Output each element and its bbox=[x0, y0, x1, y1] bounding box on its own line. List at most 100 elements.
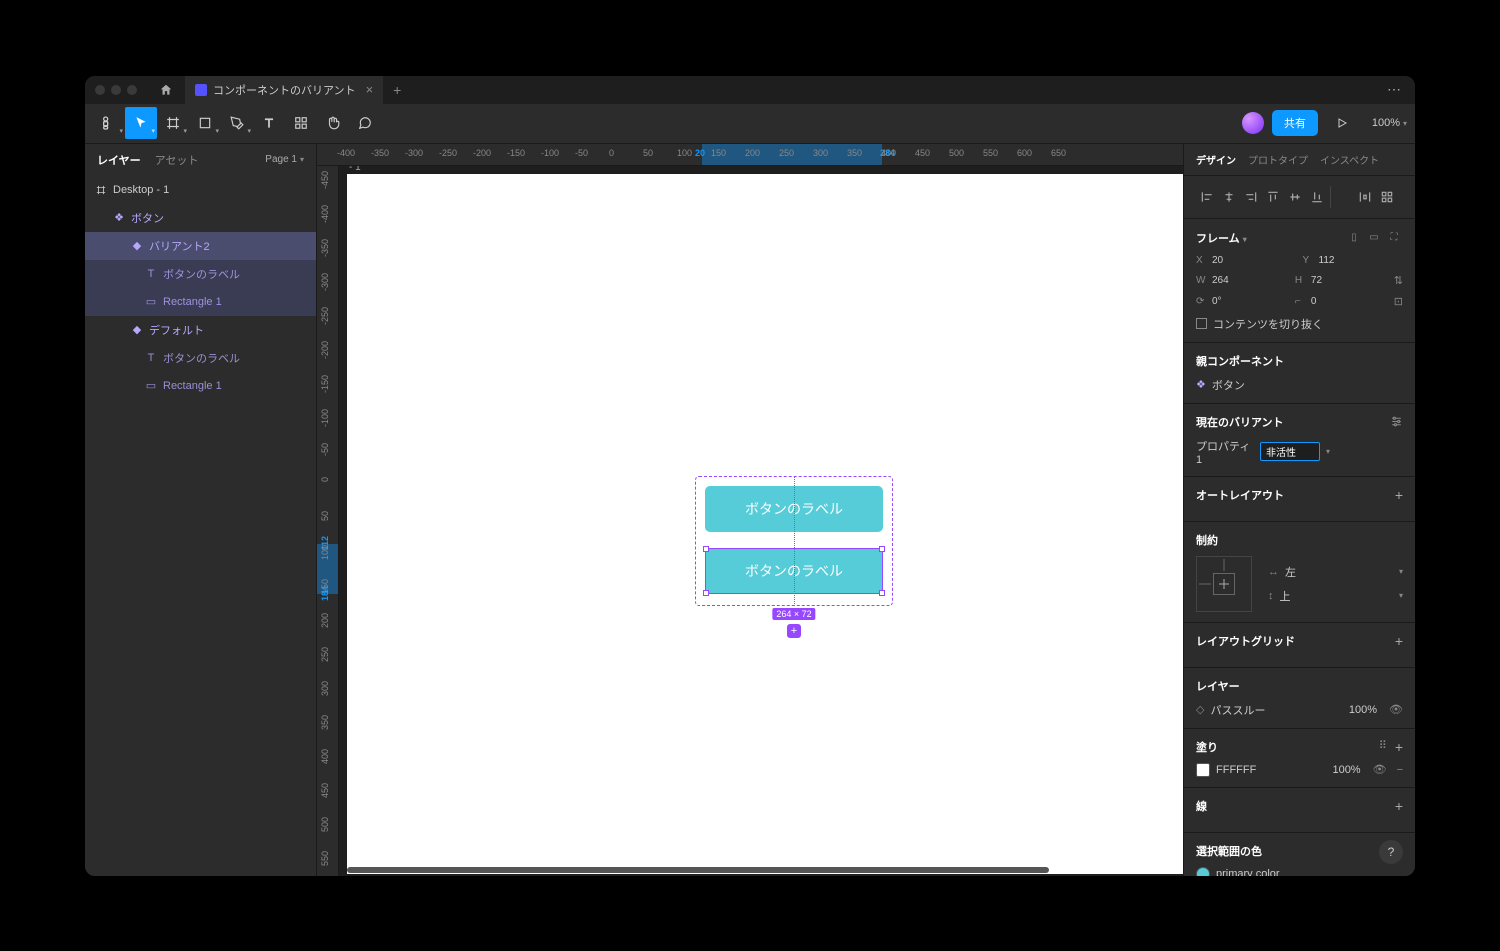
titlebar-menu[interactable]: ⋯ bbox=[1383, 81, 1405, 98]
v-constraint[interactable]: 上 bbox=[1280, 588, 1291, 604]
align-right-icon[interactable] bbox=[1240, 186, 1262, 208]
layer-opacity[interactable]: 100% bbox=[1349, 704, 1377, 716]
add-variant-button[interactable]: + bbox=[787, 624, 801, 638]
resize-fit-icon[interactable]: ⛶ bbox=[1385, 229, 1403, 247]
layer-component-set[interactable]: ❖ ボタン bbox=[85, 204, 316, 232]
artboard[interactable]: ボタンのラベル ボタンのラベル 264 × 72 + bbox=[347, 174, 1183, 874]
canvas-viewport[interactable]: - 1 ボタンのラベル ボタンのラベル 264 × 72 + bbox=[339, 166, 1183, 876]
new-tab-button[interactable]: + bbox=[393, 82, 401, 98]
layer-text-1[interactable]: T ボタンのラベル bbox=[85, 260, 316, 288]
variant-icon: ◆ bbox=[131, 324, 143, 336]
frame-tool[interactable]: ▾ bbox=[157, 107, 189, 139]
sel-handle-br[interactable] bbox=[879, 590, 885, 596]
align-bottom-icon[interactable] bbox=[1306, 186, 1328, 208]
traffic-close[interactable] bbox=[95, 85, 105, 95]
prototype-tab[interactable]: プロトタイプ bbox=[1248, 152, 1308, 167]
radius-value[interactable]: 0 bbox=[1311, 296, 1341, 307]
left-panel-tabs: レイヤー アセット Page 1 ▾ bbox=[85, 144, 316, 176]
align-left-icon[interactable] bbox=[1196, 186, 1218, 208]
add-autolayout-button[interactable]: + bbox=[1395, 487, 1403, 503]
h-scrollbar[interactable] bbox=[347, 867, 1173, 873]
chevron-down-icon[interactable]: ▾ bbox=[1399, 567, 1403, 576]
frame-title[interactable]: フレーム ▾ bbox=[1196, 230, 1247, 246]
y-value[interactable]: 112 bbox=[1319, 255, 1349, 266]
hand-tool[interactable] bbox=[317, 107, 349, 139]
h-constraint[interactable]: 左 bbox=[1285, 564, 1296, 580]
text-tool[interactable] bbox=[253, 107, 285, 139]
page-selector[interactable]: Page 1 ▾ bbox=[265, 154, 304, 165]
ruler-vertical[interactable]: 112 184 -450-400-350-300-250-200-150-100… bbox=[317, 166, 339, 876]
add-stroke-button[interactable]: + bbox=[1395, 798, 1403, 814]
layer-variant-default[interactable]: ◆ デフォルト bbox=[85, 316, 316, 344]
pen-tool[interactable]: ▾ bbox=[221, 107, 253, 139]
parent-comp-name[interactable]: ボタン bbox=[1212, 377, 1245, 393]
ruler-horizontal[interactable]: 20 284 -400-350-300-250-200-150-100-5005… bbox=[317, 144, 1183, 166]
orient-v-icon[interactable]: ▯ bbox=[1345, 229, 1363, 247]
user-avatar[interactable] bbox=[1242, 112, 1264, 134]
w-value[interactable]: 264 bbox=[1212, 275, 1242, 286]
resources-tool[interactable] bbox=[285, 107, 317, 139]
add-fill-button[interactable]: + bbox=[1395, 739, 1403, 755]
inspect-tab[interactable]: インスペクト bbox=[1320, 152, 1379, 167]
visibility-icon[interactable]: 👁 bbox=[1389, 703, 1403, 716]
present-button[interactable] bbox=[1326, 107, 1358, 139]
fill-opacity[interactable]: 100% bbox=[1332, 764, 1360, 776]
design-tab[interactable]: デザイン bbox=[1196, 152, 1236, 167]
align-hcenter-icon[interactable] bbox=[1218, 186, 1240, 208]
sel-handle-tl[interactable] bbox=[703, 546, 709, 552]
h-value[interactable]: 72 bbox=[1311, 275, 1341, 286]
traffic-min[interactable] bbox=[111, 85, 121, 95]
layer-text-2[interactable]: T ボタンのラベル bbox=[85, 344, 316, 372]
blend-mode[interactable]: パススルー bbox=[1210, 702, 1342, 718]
chevron-down-icon[interactable]: ▾ bbox=[1326, 447, 1330, 456]
shape-tool[interactable]: ▾ bbox=[189, 107, 221, 139]
move-tool[interactable]: ▾ bbox=[125, 107, 157, 139]
constraint-widget[interactable] bbox=[1196, 556, 1252, 612]
ruler-tick: 400 bbox=[320, 749, 330, 764]
orient-h-icon[interactable]: ▭ bbox=[1365, 229, 1383, 247]
independent-corners-icon[interactable]: ⊡ bbox=[1394, 295, 1403, 308]
help-button[interactable]: ? bbox=[1379, 840, 1403, 864]
file-tab[interactable]: コンポーネントのバリアント × bbox=[185, 76, 383, 104]
ruler-tick: -450 bbox=[320, 171, 330, 189]
remove-fill-icon[interactable]: − bbox=[1397, 764, 1403, 776]
distribute-icon[interactable] bbox=[1354, 186, 1376, 208]
sel-handle-bl[interactable] bbox=[703, 590, 709, 596]
align-vcenter-icon[interactable] bbox=[1284, 186, 1306, 208]
comment-tool[interactable] bbox=[349, 107, 381, 139]
fill-hex[interactable]: FFFFFF bbox=[1216, 764, 1326, 776]
chevron-down-icon[interactable]: ▾ bbox=[1399, 591, 1403, 600]
layer-rect-2[interactable]: ▭ Rectangle 1 bbox=[85, 372, 316, 400]
fill-swatch[interactable] bbox=[1196, 763, 1210, 777]
ruler-tick: 650 bbox=[1051, 148, 1066, 158]
add-grid-button[interactable]: + bbox=[1395, 633, 1403, 649]
tab-close-icon[interactable]: × bbox=[366, 82, 374, 97]
variant-value-input[interactable] bbox=[1260, 442, 1320, 461]
ruler-tick: 50 bbox=[643, 148, 653, 158]
variant-settings-icon[interactable] bbox=[1390, 415, 1403, 428]
layers-tab[interactable]: レイヤー bbox=[97, 152, 141, 168]
align-top-icon[interactable] bbox=[1262, 186, 1284, 208]
layer-variant-2[interactable]: ◆ バリアント2 bbox=[85, 232, 316, 260]
x-value[interactable]: 20 bbox=[1212, 255, 1242, 266]
clip-checkbox[interactable] bbox=[1196, 318, 1207, 329]
layer-rect-1[interactable]: ▭ Rectangle 1 bbox=[85, 288, 316, 316]
home-icon[interactable] bbox=[157, 81, 175, 99]
color-swatch-primary[interactable] bbox=[1196, 867, 1210, 876]
artboard-label[interactable]: - 1 bbox=[349, 166, 361, 173]
tidy-icon[interactable] bbox=[1376, 186, 1398, 208]
left-panel: レイヤー アセット Page 1 ▾ Desktop - 1 ❖ ボタン ◆ バ… bbox=[85, 144, 317, 876]
share-button[interactable]: 共有 bbox=[1272, 110, 1318, 136]
traffic-max[interactable] bbox=[127, 85, 137, 95]
main-menu-button[interactable]: ▾ bbox=[93, 107, 125, 139]
fill-style-icon[interactable]: ⠿ bbox=[1379, 739, 1387, 755]
rotation-value[interactable]: 0° bbox=[1212, 296, 1242, 307]
sel-handle-tr[interactable] bbox=[879, 546, 885, 552]
assets-tab[interactable]: アセット bbox=[155, 152, 199, 168]
h-scroll-thumb[interactable] bbox=[347, 867, 1049, 873]
layer-frame[interactable]: Desktop - 1 bbox=[85, 176, 316, 204]
zoom-dropdown[interactable]: 100% ▾ bbox=[1372, 117, 1407, 129]
fill-visibility-icon[interactable]: 👁 bbox=[1373, 763, 1387, 776]
color-name-1[interactable]: primary color bbox=[1216, 868, 1280, 876]
constrain-proportions-icon[interactable]: ⇅ bbox=[1394, 274, 1403, 287]
